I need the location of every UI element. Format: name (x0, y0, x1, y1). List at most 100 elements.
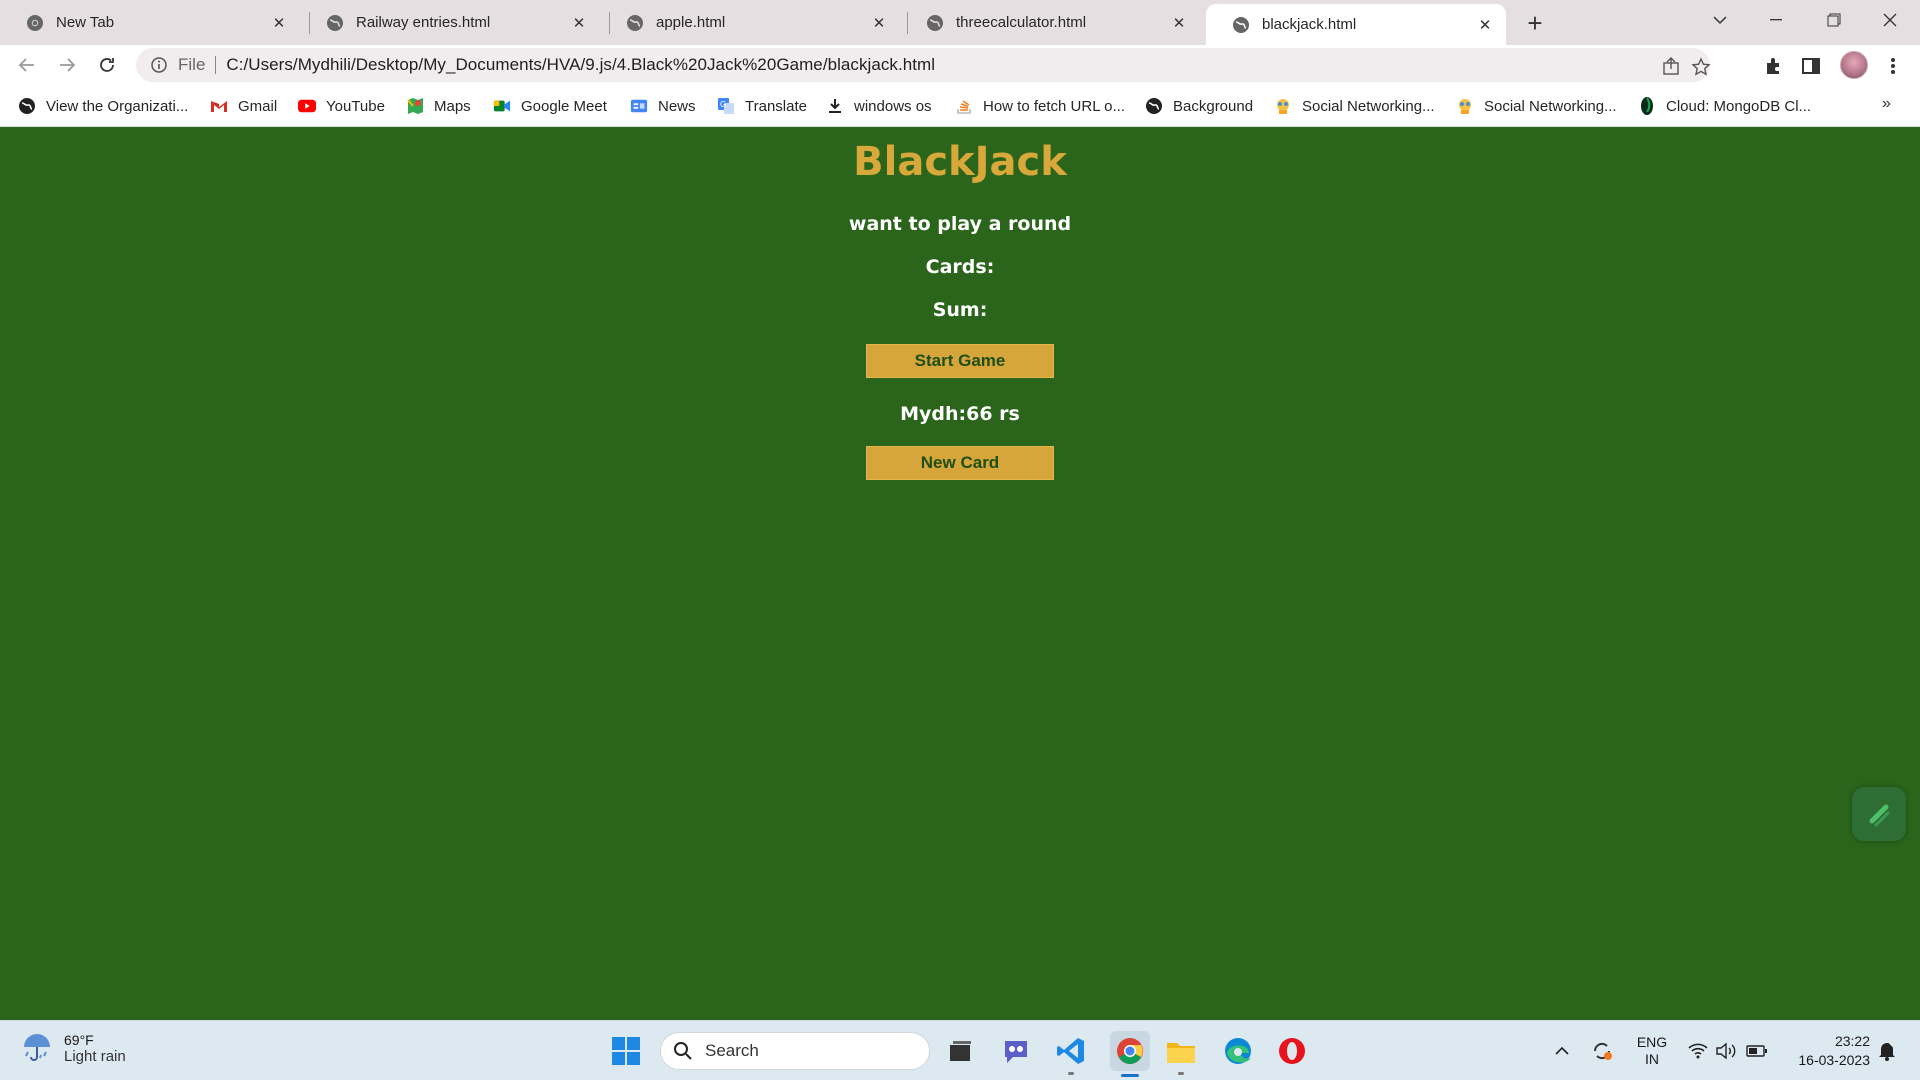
clock-time: 23:22 (1834, 1033, 1870, 1049)
rain-umbrella-icon (24, 1034, 50, 1061)
back-button[interactable] (11, 49, 43, 81)
info-icon[interactable] (150, 56, 168, 74)
opera-button[interactable] (1274, 1033, 1310, 1069)
bookmark-item[interactable]: Cloud: MongoDB Cl... (1638, 95, 1811, 117)
bookmark-item[interactable]: Maps (406, 95, 471, 117)
start-game-button[interactable]: Start Game (866, 344, 1054, 378)
new-tab-button[interactable]: + (1520, 8, 1550, 38)
globe-icon (1232, 16, 1250, 34)
slash-logo-icon (1869, 804, 1890, 827)
bookmark-item[interactable]: Social Networking... (1456, 95, 1617, 117)
new-card-button[interactable]: New Card (866, 446, 1054, 480)
clock[interactable]: 23:22 16-03-2023 (1784, 1021, 1870, 1080)
bookmark-label: Cloud: MongoDB Cl... (1666, 97, 1812, 115)
floating-widget-button[interactable] (1852, 787, 1906, 841)
running-indicator (1068, 1072, 1074, 1075)
bookmark-item[interactable]: News (630, 95, 696, 117)
chrome-icon (1117, 1038, 1143, 1064)
tab-apple[interactable]: apple.html ✕ (600, 0, 900, 45)
bookmark-label: Maps (434, 97, 471, 115)
svg-text:G: G (720, 100, 726, 109)
bookmark-item[interactable]: G Translate (717, 95, 807, 117)
share-icon[interactable] (1660, 56, 1682, 78)
side-panel-icon[interactable] (1800, 55, 1822, 77)
tab-blackjack[interactable]: blackjack.html ✕ (1206, 4, 1506, 45)
menu-kebab-icon[interactable] (1882, 55, 1904, 77)
teams-chat-button[interactable] (998, 1033, 1034, 1069)
sum-label: Sum: (932, 299, 988, 321)
bookmark-item[interactable]: Gmail (210, 95, 277, 117)
search-placeholder: Search (705, 1041, 759, 1060)
globe-icon (18, 97, 36, 115)
translate-icon: G (717, 97, 735, 115)
bookmark-label: Gmail (238, 97, 278, 115)
active-indicator (1121, 1074, 1139, 1077)
sync-tray-button[interactable] (1588, 1021, 1616, 1080)
player-info: Mydh:66 rs (900, 403, 1020, 425)
sync-icon (1593, 1042, 1612, 1060)
address-bar[interactable]: File C:/Users/Mydhili/Desktop/My_Documen… (136, 48, 1712, 82)
reload-button[interactable] (91, 49, 123, 81)
bookmark-star-icon[interactable] (1690, 56, 1712, 78)
file-explorer-button[interactable] (1163, 1033, 1199, 1075)
minimize-button[interactable] (1748, 0, 1804, 40)
edge-button[interactable] (1220, 1033, 1256, 1069)
gmail-icon (210, 97, 228, 115)
chrome-button[interactable] (1110, 1031, 1150, 1077)
scheme-label: File (178, 55, 206, 74)
chrome-icon (26, 14, 44, 32)
bookmark-item[interactable]: Social Networking... (1274, 95, 1435, 117)
close-icon[interactable]: ✕ (1168, 12, 1190, 34)
bookmark-label: Background (1173, 97, 1254, 115)
bookmark-item[interactable]: Background (1145, 95, 1253, 117)
start-button[interactable] (608, 1033, 644, 1069)
bookmark-label: View the Organizati... (46, 97, 189, 115)
bookmark-item[interactable]: View the Organizati... (18, 95, 188, 117)
bookmark-item[interactable]: YouTube (298, 95, 385, 117)
wifi-status[interactable] (1686, 1021, 1710, 1080)
tab-label: threecalculator.html (956, 14, 1087, 31)
language-code: ENG (1636, 1034, 1668, 1050)
news-icon (630, 97, 648, 115)
bookmarks-bar: View the Organizati... Gmail YouTube Map… (0, 85, 1920, 127)
game-message: want to play a round (848, 213, 1072, 235)
bookmark-item[interactable]: windows os (826, 95, 932, 117)
bookmarks-overflow-button[interactable]: » (1882, 95, 1891, 113)
weather-description: Light rain (64, 1047, 126, 1065)
notification-button[interactable] (1874, 1021, 1900, 1080)
tab-new-tab[interactable]: New Tab ✕ (0, 0, 300, 45)
volume-status[interactable] (1714, 1021, 1738, 1080)
wifi-icon (1688, 1043, 1708, 1059)
bell-icon (1879, 1042, 1895, 1061)
tab-threecalculator[interactable]: threecalculator.html ✕ (900, 0, 1200, 45)
extensions-icon[interactable] (1762, 55, 1784, 77)
forward-button[interactable] (51, 49, 83, 81)
restore-button[interactable] (1806, 0, 1862, 40)
bookmark-label: Social Networking... (1302, 97, 1435, 115)
language-indicator[interactable]: ENG IN (1632, 1021, 1672, 1080)
meet-icon (493, 97, 511, 115)
close-window-button[interactable] (1862, 0, 1918, 40)
weather-widget[interactable]: 69°F Light rain (20, 1031, 126, 1065)
close-icon[interactable]: ✕ (1474, 14, 1496, 36)
url-text[interactable]: C:/Users/Mydhili/Desktop/My_Documents/HV… (226, 55, 935, 75)
tab-railway-entries[interactable]: Railway entries.html ✕ (300, 0, 600, 45)
close-icon[interactable]: ✕ (268, 12, 290, 34)
search-icon (674, 1042, 692, 1060)
vscode-button[interactable] (1053, 1033, 1089, 1075)
profile-avatar[interactable] (1840, 51, 1868, 79)
close-icon[interactable]: ✕ (868, 12, 890, 34)
bookmark-item[interactable]: Google Meet (493, 95, 607, 117)
close-icon[interactable]: ✕ (568, 12, 590, 34)
show-hidden-icons-button[interactable] (1550, 1021, 1574, 1080)
opera-icon (1279, 1038, 1305, 1064)
taskbar-search[interactable]: Search (660, 1032, 930, 1070)
globe-icon (326, 14, 344, 32)
bookmark-item[interactable]: How to fetch URL o... (955, 95, 1125, 117)
globe-icon (926, 14, 944, 32)
task-view-button[interactable] (942, 1033, 978, 1069)
maps-icon (406, 97, 424, 115)
bookmark-label: News (658, 97, 696, 115)
battery-status[interactable] (1744, 1021, 1770, 1080)
tab-search-chevron-icon[interactable] (1692, 0, 1748, 40)
